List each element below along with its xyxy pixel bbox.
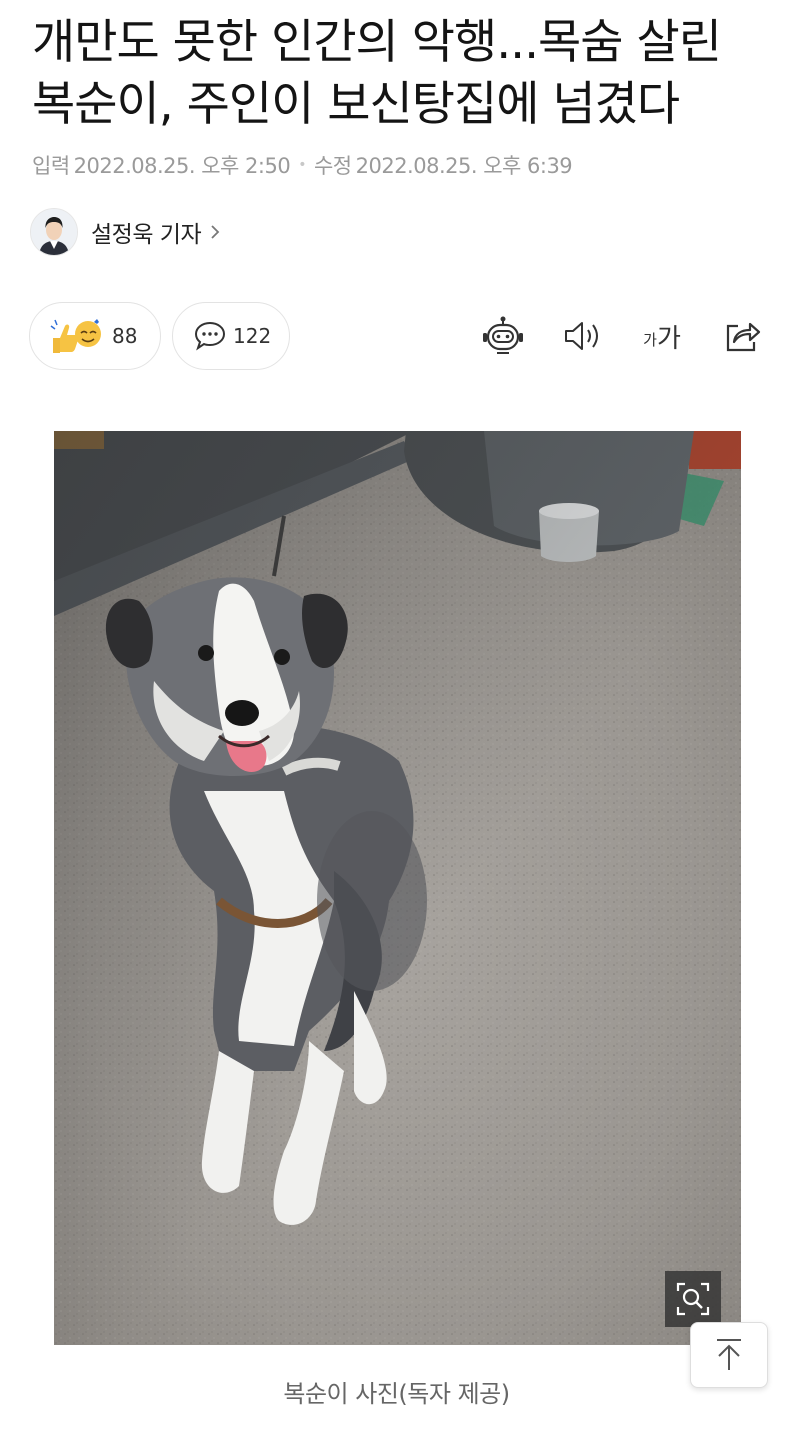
article-photo[interactable] bbox=[54, 431, 741, 1345]
speech-bubble-icon bbox=[194, 321, 226, 351]
robot-icon bbox=[483, 316, 523, 354]
zoom-magnifier-icon bbox=[676, 1282, 710, 1316]
reaction-emoji-icon bbox=[50, 319, 101, 353]
font-size-small-label: 가 bbox=[643, 330, 657, 349]
reaction-count: 88 bbox=[112, 324, 138, 348]
photo-caption: 복순이 사진(독자 제공) bbox=[283, 1380, 510, 1408]
modified-time: 2022.08.25. 오후 6:39 bbox=[355, 154, 573, 178]
reporter-avatar bbox=[30, 208, 78, 256]
published-label: 입력 bbox=[32, 154, 70, 178]
font-size-large-label: 가 bbox=[656, 323, 681, 354]
dog-photo-image bbox=[54, 431, 741, 1345]
meta-separator: • bbox=[298, 157, 306, 173]
article-dates: 입력 2022.08.25. 오후 2:50 • 수정 2022.08.25. … bbox=[32, 150, 573, 180]
article-title: 개만도 못한 인간의 악행...목숨 살린 복순이, 주인이 보신탕집에 넘겼다 bbox=[32, 15, 722, 132]
arrow-up-icon bbox=[717, 1339, 741, 1370]
summary-bot-button[interactable] bbox=[479, 313, 527, 359]
chevron-right-icon bbox=[211, 225, 220, 239]
comment-count: 122 bbox=[233, 324, 272, 348]
reporter-link[interactable]: 설정욱 기자 bbox=[30, 208, 221, 256]
font-size-button[interactable]: 가 가 bbox=[636, 313, 688, 359]
share-icon bbox=[726, 322, 761, 352]
reaction-button[interactable]: 88 bbox=[29, 302, 161, 370]
published-time: 2022.08.25. 오후 2:50 bbox=[73, 154, 291, 178]
photo-zoom-button[interactable] bbox=[665, 1271, 721, 1327]
modified-label: 수정 bbox=[313, 154, 352, 178]
comment-button[interactable]: 122 bbox=[172, 302, 290, 370]
reporter-name: 설정욱 기자 bbox=[91, 222, 202, 248]
text-to-speech-button[interactable] bbox=[558, 313, 606, 359]
share-button[interactable] bbox=[718, 313, 766, 359]
speaker-icon bbox=[565, 322, 598, 350]
